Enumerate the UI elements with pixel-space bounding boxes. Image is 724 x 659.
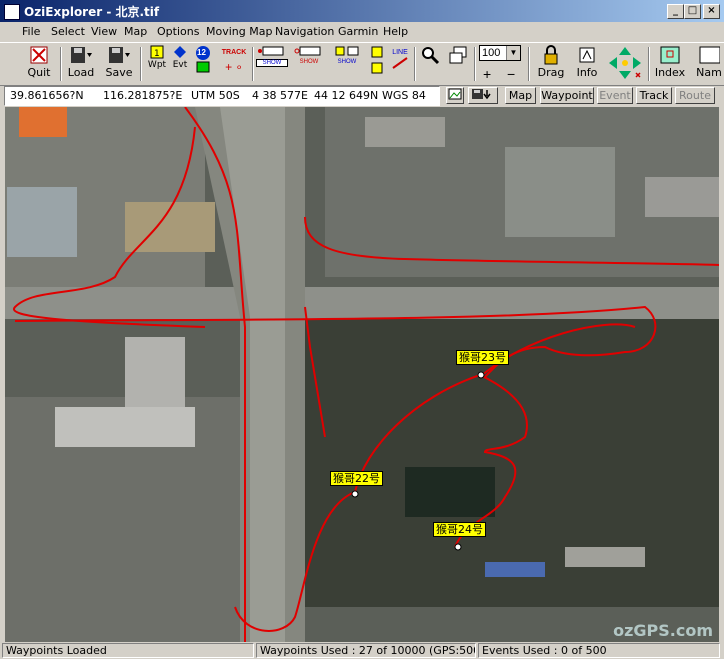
toolbar-separator (140, 47, 142, 81)
arrows-icon (609, 47, 641, 79)
map-view[interactable]: 猴哥23号 猴哥22号 猴哥24号 ozGPS.com (5, 107, 719, 642)
status-bar: Waypoints Loaded Waypoints Used : 27 of … (0, 642, 724, 659)
toolbar-separator (60, 47, 62, 81)
waypoint-icon: 1 (150, 45, 164, 59)
waypoint-label-23[interactable]: 猴哥23号 (456, 350, 509, 365)
index-button[interactable]: Index (652, 45, 688, 79)
watermark-text: ozGPS.com (613, 621, 713, 640)
windows-icon (449, 46, 467, 64)
title-bar: OziExplorer - 北京.tif _ □ × (0, 0, 724, 22)
navigation-arrows[interactable] (606, 45, 644, 81)
toolbar-separator (648, 47, 650, 81)
menu-bar: File Select View Map Options Moving Map … (0, 22, 724, 42)
menu-select[interactable]: Select (51, 25, 85, 38)
events-used: Events Used : 0 of 500 (478, 643, 720, 658)
app-icon[interactable] (4, 4, 20, 20)
quit-button[interactable]: Quit (24, 45, 54, 79)
zoom-out-button[interactable]: − (507, 66, 515, 82)
name-search-button[interactable]: Nam (696, 45, 722, 79)
save-button[interactable]: Save (104, 45, 134, 79)
toolbar-separator (528, 47, 530, 81)
index-map-icon (660, 46, 680, 64)
latitude-value: 39.861656?N (10, 89, 84, 102)
menu-options[interactable]: Options (157, 25, 199, 38)
waypoint-label-22[interactable]: 猴哥22号 (330, 471, 383, 486)
menu-map[interactable]: Map (124, 25, 147, 38)
toolbar-separator (252, 47, 254, 81)
waypoint-list-button[interactable]: 12 (194, 45, 212, 73)
minimize-button[interactable]: _ (667, 4, 684, 19)
drag-button[interactable]: Drag (534, 45, 568, 79)
quit-icon (30, 46, 48, 64)
toolbar: Quit Load Save 1 Wpt Evt 12 TRACK + ∘ SH… (0, 42, 724, 86)
waypoint-button[interactable]: Waypoint (540, 87, 594, 104)
lock-icon (544, 45, 558, 65)
map-button[interactable]: Map (505, 87, 536, 104)
menu-file[interactable]: File (22, 25, 40, 38)
menu-view[interactable]: View (91, 25, 117, 38)
green-box-icon (196, 61, 210, 73)
show-names-button[interactable]: SHOW (332, 45, 362, 65)
wp-names-button[interactable] (368, 45, 386, 75)
line-button[interactable]: LINE (390, 45, 410, 70)
wp-name-icon (371, 46, 383, 74)
map-image-button[interactable] (446, 87, 464, 104)
easting-value: 4 38 577E (252, 89, 308, 102)
toolbar-separator (414, 47, 416, 81)
datum-value: WGS 84 (382, 89, 426, 102)
load-button[interactable]: Load (66, 45, 96, 79)
wpt-button[interactable]: 1 Wpt (146, 45, 168, 70)
floppy-down-icon (472, 89, 491, 100)
floppy-save-icon (109, 47, 130, 63)
show-route-button[interactable]: SHOW (294, 45, 324, 65)
save-position-button[interactable] (468, 87, 498, 104)
track-line-icon (258, 46, 284, 56)
image-icon (448, 88, 462, 100)
event-diamond-icon (174, 46, 186, 58)
floppy-open-icon (71, 47, 92, 63)
svg-text:1: 1 (154, 49, 160, 59)
utm-zone: UTM 50S (191, 89, 240, 102)
evt-button[interactable]: Evt (170, 45, 190, 70)
zoom-in-button[interactable]: + (483, 66, 491, 82)
waypoints-used: Waypoints Used : 27 of 10000 (GPS:500) (256, 643, 476, 658)
northing-value: 44 12 649N (314, 89, 379, 102)
find-button[interactable] (420, 45, 440, 65)
info-icon (579, 47, 595, 63)
zoom-select[interactable]: 100 ▼ (479, 45, 521, 61)
maximize-button[interactable]: □ (684, 4, 701, 19)
menu-help[interactable]: Help (383, 25, 408, 38)
toolbar-separator (474, 47, 476, 81)
route-button[interactable]: Route (675, 87, 715, 104)
track-button[interactable]: Track (636, 87, 672, 104)
close-button[interactable]: × (703, 4, 720, 19)
status-message: Waypoints Loaded (2, 643, 254, 658)
magnifier-icon (422, 47, 440, 65)
plus-circle-icon: + ∘ (225, 60, 243, 74)
info-button[interactable]: Info (572, 45, 602, 79)
waypoint-label-24[interactable]: 猴哥24号 (433, 522, 486, 537)
name-search-icon (699, 46, 720, 64)
chevron-down-icon[interactable]: ▼ (506, 46, 520, 60)
menu-garmin[interactable]: Garmin (338, 25, 378, 38)
menu-navigation[interactable]: Navigation (275, 25, 334, 38)
coordinate-bar: 39.861656?N 116.281875?E UTM 50S 4 38 57… (0, 85, 724, 107)
line-icon (392, 57, 408, 69)
names-icon (335, 46, 359, 56)
show-track-button[interactable]: SHOW (256, 45, 288, 67)
route-line-icon (294, 46, 321, 56)
track-button[interactable]: TRACK + ∘ (220, 45, 248, 74)
event-button[interactable]: Event (597, 87, 633, 104)
longitude-value: 116.281875?E (103, 89, 183, 102)
zoom-control: 100 ▼ + − (479, 45, 523, 82)
map-window-button[interactable] (448, 45, 468, 65)
menu-moving-map[interactable]: Moving Map (206, 25, 272, 38)
window-title: OziExplorer - 北京.tif (24, 5, 160, 19)
satellite-map (5, 107, 719, 642)
